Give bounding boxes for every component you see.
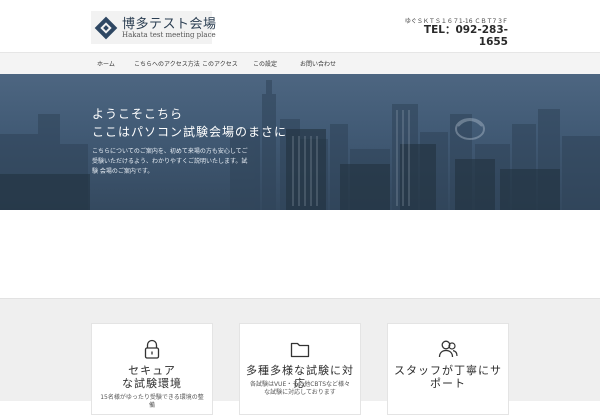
- main-navigation: ホーム こちらへのアクセス方法 このアクセス この設定 お問い合わせ: [0, 52, 600, 75]
- feature-card-title: セキュア な試験環境: [122, 364, 182, 390]
- feature-card-text: 15名様がゆったり受験できる環境の整備: [100, 394, 204, 409]
- nav-item-home[interactable]: ホーム: [97, 59, 115, 68]
- features-section: セキュア な試験環境 15名様がゆったり受験できる環境の整備 多種多様な試験に対…: [0, 298, 600, 415]
- feature-card-support: スタッフが丁寧にサポート: [387, 323, 509, 415]
- logo-subtitle: Hakata test meeting place: [122, 31, 216, 39]
- nav-item-settings[interactable]: この設定: [253, 59, 277, 68]
- hero-description: こちらについてのご案内を、初めて来場の方も安心してご受験いただけるよう、わかりや…: [92, 148, 248, 175]
- feature-card-secure: セキュア な試験環境 15名様がゆったり受験できる環境の整備: [91, 323, 213, 415]
- logo-title: 博多テスト会場: [122, 17, 217, 32]
- hero-title-line1: ようこそこちら: [92, 107, 184, 121]
- feature-card-title: スタッフが丁寧にサポート: [394, 364, 502, 390]
- nav-item-access[interactable]: このアクセス: [202, 59, 238, 68]
- site-header: 博多テスト会場 Hakata test meeting place ゆぐＳＫＴＳ…: [0, 0, 600, 52]
- users-icon: [438, 340, 458, 358]
- contact-info: ゆぐＳＫＴＳ１６７1-16 ＣＢＴ7 3Ｆ TEL：092-283-1655: [405, 16, 508, 48]
- hero-title-line2: ここはパソコン試験会場のまさに: [92, 125, 288, 139]
- nav-item-access-method[interactable]: こちらへのアクセス方法: [134, 59, 200, 68]
- feature-card-exams: 多種多様な試験に対応 各試験はVUE・その他CBTSなど様々な試験に対応しており…: [239, 323, 361, 415]
- nav-item-contact[interactable]: お問い合わせ: [300, 59, 336, 68]
- feature-card-text: 各試験はVUE・その他CBTSなど様々な試験に対応しております: [249, 381, 351, 396]
- site-logo[interactable]: 博多テスト会場 Hakata test meeting place: [91, 11, 216, 44]
- city-skyline-image: [0, 80, 600, 210]
- hero-banner: ようこそこちら ここはパソコン試験会場のまさに こちらについてのご案内を、初めて…: [0, 74, 600, 210]
- folder-icon: [290, 342, 310, 358]
- logo-diamond-icon: [94, 16, 118, 40]
- lock-icon: [144, 339, 160, 359]
- phone-number[interactable]: TEL：092-283-1655: [418, 24, 508, 48]
